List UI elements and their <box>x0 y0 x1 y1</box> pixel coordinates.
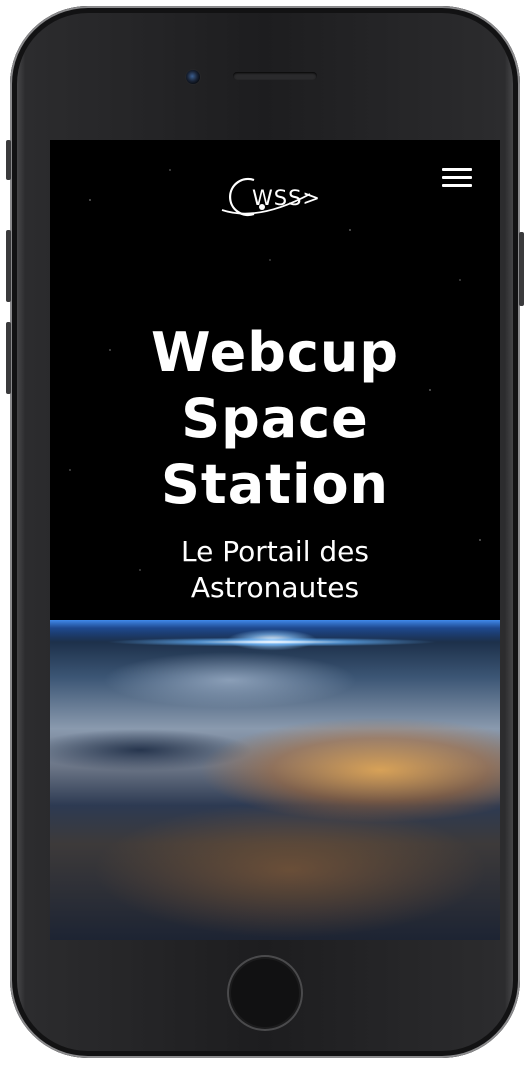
hero-subtitle-line: Le Portail des <box>181 535 369 568</box>
logo-text: WSS> <box>252 186 322 210</box>
hero-subtitle-line: Astronautes <box>190 571 360 604</box>
hero-subtitle: Le Portail des Astronautes <box>50 534 500 606</box>
hero-title-line: Space <box>181 387 369 450</box>
mute-switch <box>6 140 11 180</box>
phone-frame: WSS> Webcup Space Station Le Portail des… <box>10 6 520 1058</box>
hero-title-line: Station <box>160 453 389 516</box>
hero-title-line: Webcup <box>150 321 400 384</box>
hamburger-menu-icon[interactable] <box>439 166 475 190</box>
hero-title: Webcup Space Station <box>50 320 500 518</box>
site-logo[interactable]: WSS> <box>218 170 342 226</box>
sunrise-flare <box>50 634 500 650</box>
volume-down-button <box>6 322 11 394</box>
app-screen: WSS> Webcup Space Station Le Portail des… <box>50 140 500 940</box>
earpiece-speaker <box>233 72 317 80</box>
power-button <box>519 232 524 306</box>
home-button[interactable] <box>227 955 303 1031</box>
earth-horizon-image <box>50 620 500 940</box>
front-camera <box>186 70 200 84</box>
volume-up-button <box>6 230 11 302</box>
